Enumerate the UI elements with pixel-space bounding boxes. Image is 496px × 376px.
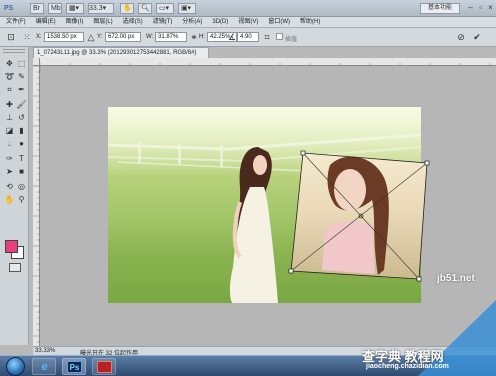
y-position-field[interactable]: 672.00 px [105, 32, 141, 42]
vertical-ruler-ticks [33, 65, 40, 343]
menu-help[interactable]: 帮助(H) [300, 17, 320, 27]
menu-select[interactable]: 选择(S) [123, 17, 143, 27]
hand-tool-icon[interactable]: ✋ [4, 194, 15, 205]
menu-filter[interactable]: 滤镜(T) [153, 17, 173, 27]
y-label: Y: [97, 34, 103, 40]
interpolation-checkbox[interactable] [276, 33, 283, 40]
type-tool-icon[interactable]: T [16, 153, 27, 164]
marquee-tool-icon[interactable]: ⬚ [16, 58, 27, 69]
document-tab-title: 1_07243L11.jpg @ 33.3% (2012930127534428… [37, 50, 197, 56]
menu-3d[interactable]: 3D(D) [212, 17, 228, 27]
shape-tool-icon[interactable]: ■ [16, 166, 27, 177]
taskbar-ie-button[interactable]: e [32, 358, 56, 375]
pen-tool-icon[interactable]: ✑ [4, 153, 15, 164]
tools-panel-grip[interactable] [3, 49, 25, 53]
hand-tool-button[interactable]: ✋ [120, 3, 134, 14]
quick-select-tool-icon[interactable]: ✎ [16, 71, 27, 82]
3d-camera-tool-icon[interactable]: ◎ [16, 181, 27, 192]
interpolation-label: 插值 [285, 37, 298, 43]
move-tool-icon[interactable]: ✥ [4, 58, 15, 69]
quick-mask-icon[interactable] [9, 263, 21, 272]
zoom-level-value: 33.3 [89, 5, 103, 12]
watermark-url: jiaocheng.chazidian.com [366, 363, 449, 370]
dodge-tool-icon[interactable]: ● [16, 138, 27, 149]
gradient-tool-icon[interactable]: ▮ [16, 125, 27, 136]
status-zoom[interactable]: 33.33% [35, 348, 55, 354]
healing-brush-tool-icon[interactable]: ✚ [4, 99, 15, 110]
foreground-color-swatch[interactable] [5, 240, 18, 253]
bridge-button[interactable]: Br [30, 3, 44, 14]
commit-transform-icon[interactable]: ✔ [472, 32, 482, 42]
document-photo[interactable] [108, 107, 421, 303]
photoshop-window: PS Br Mb ▦▾ 33.3▾ ✋ 🔍︎ ▭▾ ▣▾ 基本功能 – ▫ × … [0, 0, 496, 376]
menu-edit[interactable]: 编辑(E) [36, 17, 56, 27]
workspace-button[interactable]: 基本功能 [420, 3, 460, 14]
close-button[interactable]: × [486, 3, 495, 12]
link-chain-icon[interactable]: ⚭ [189, 32, 199, 42]
warp-mode-icon[interactable]: ⌗ [262, 32, 272, 42]
view-extras-dropdown[interactable]: ▦▾ [66, 3, 84, 14]
document-tab[interactable]: 1_07243L11.jpg @ 33.3% (2012930127534428… [33, 47, 209, 58]
zoom-tool-button[interactable]: 🔍︎ [138, 3, 152, 14]
menu-file[interactable]: 文件(F) [6, 17, 26, 27]
w-label: W: [146, 34, 154, 40]
menu-analysis[interactable]: 分析(A) [182, 17, 202, 27]
width-scale-field[interactable]: 31.87% [155, 32, 187, 42]
x-label: X: [36, 34, 42, 40]
photoshop-icon: Ps [67, 361, 82, 373]
zoom-level-dropdown[interactable]: 33.3▾ [88, 3, 114, 14]
eyedropper-tool-icon[interactable]: ✒ [16, 84, 27, 95]
horizontal-ruler[interactable] [39, 58, 496, 71]
path-selection-tool-icon[interactable]: ➤ [4, 166, 15, 177]
app-icon [97, 361, 112, 373]
relative-position-icon[interactable]: △ [86, 32, 96, 42]
reference-point-icon[interactable]: ⁙ [22, 32, 32, 42]
ps-logo: PS [4, 5, 14, 12]
menu-bar: 文件(F) 编辑(E) 图像(I) 图层(L) 选择(S) 滤镜(T) 分析(A… [0, 17, 496, 28]
photo-girl-figure [229, 147, 278, 303]
eraser-tool-icon[interactable]: ◪ [4, 125, 15, 136]
title-bar: PS Br Mb ▦▾ 33.3▾ ✋ 🔍︎ ▭▾ ▣▾ 基本功能 – ▫ × [0, 0, 496, 17]
blur-tool-icon[interactable]: 💧︎ [4, 138, 15, 149]
brush-tool-icon[interactable]: 🖌︎ [16, 99, 27, 110]
taskbar-app-button[interactable] [92, 358, 116, 375]
start-button[interactable] [6, 357, 25, 376]
h-label: H: [199, 34, 205, 40]
ruler-origin[interactable] [33, 58, 40, 66]
x-position-field[interactable]: 1538.50 px [44, 32, 84, 42]
ie-icon: e [41, 361, 48, 373]
transform-tool-icon[interactable]: ⊡ [6, 32, 16, 42]
3d-rotate-tool-icon[interactable]: ⟲ [4, 181, 15, 192]
clone-stamp-tool-icon[interactable]: ⊥ [4, 112, 15, 123]
vertical-ruler[interactable] [33, 65, 40, 346]
menu-layer[interactable]: 图层(L) [93, 17, 112, 27]
menu-view[interactable]: 视图(V) [238, 17, 258, 27]
screen-mode-dropdown[interactable]: ▣▾ [178, 3, 196, 14]
minimize-button[interactable]: – [466, 3, 475, 12]
rotation-angle-field[interactable]: 4.90 [237, 32, 259, 42]
zoom-tool-icon[interactable]: ⚲ [16, 194, 27, 205]
options-bar: ⊡ ⁙ X: 1538.50 px △ Y: 672.00 px W: 31.8… [0, 28, 496, 47]
minibridge-button[interactable]: Mb [48, 3, 62, 14]
rotate-angle-icon: ∡ [227, 32, 237, 42]
history-brush-tool-icon[interactable]: ↺ [16, 112, 27, 123]
restore-button[interactable]: ▫ [476, 3, 485, 12]
taskbar-photoshop-button[interactable]: Ps [62, 358, 86, 375]
watermark-jb51: jb51.net [437, 273, 475, 284]
menu-image[interactable]: 图像(I) [66, 17, 84, 27]
tools-panel: ✥ ⬚ ➰ ✎ ⌗ ✒ ✚ 🖌︎ ⊥ ↺ ◪ ▮ 💧︎ ● ✑ T ➤ ■ ⟲ … [0, 47, 29, 345]
lasso-tool-icon[interactable]: ➰ [4, 71, 15, 82]
cancel-transform-icon[interactable]: ⊘ [456, 32, 466, 42]
arrange-documents-dropdown[interactable]: ▭▾ [156, 3, 174, 14]
menu-window[interactable]: 窗口(W) [268, 17, 290, 27]
crop-tool-icon[interactable]: ⌗ [4, 84, 15, 95]
